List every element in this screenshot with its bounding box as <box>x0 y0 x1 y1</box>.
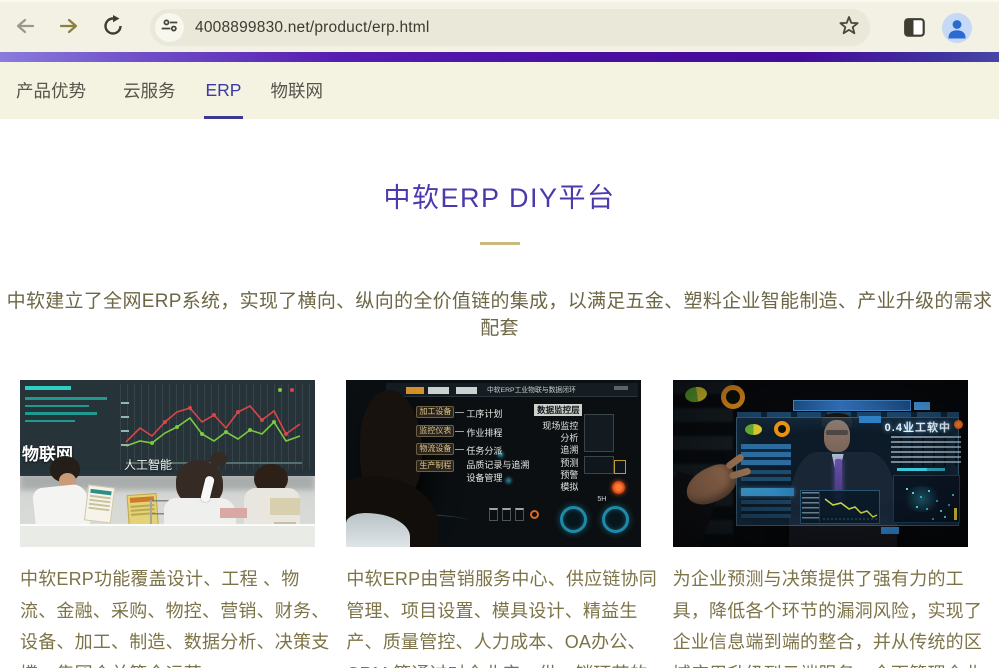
pink-folder <box>220 508 247 518</box>
device-button: 加工设备 <box>416 406 454 418</box>
site-info-button[interactable] <box>155 13 184 42</box>
orange-ring-indicator <box>530 510 539 519</box>
site-settings-icon <box>160 16 179 40</box>
process-item: 任务分派 <box>466 444 502 457</box>
info-panel <box>25 386 107 427</box>
forward-button[interactable] <box>58 16 80 39</box>
address-bar[interactable]: 4008899830.net/product/erp.html <box>150 9 870 46</box>
site-nav: 产品优势 云服务 ERP 物联网 <box>0 62 999 119</box>
card-caption: 中软ERP由营销服务中心、供应链协同管理、项目设置、模具设计、精益生产、质量管控… <box>346 564 658 668</box>
profile-avatar-button[interactable] <box>942 13 972 46</box>
process-item: 作业排程 <box>466 426 502 439</box>
shelf-boxes <box>270 498 300 515</box>
reload-button[interactable] <box>102 15 124 40</box>
office-desk <box>20 524 315 547</box>
product-cards: 物联网 人工智能 中软ERP功能覆盖设计、工程 、物流、金融、采购、物 <box>0 380 999 668</box>
mirrored-title-dot <box>954 420 963 429</box>
card-image-erp-screen: 中软ERP工业物联与数据闭环 加工设备 监控仪表 物流设备 生产制程 工序计划 … <box>346 380 641 547</box>
side-panel-icon <box>904 18 925 40</box>
gold-frame-box <box>614 460 626 474</box>
nav-item-iot[interactable]: 物联网 <box>268 62 325 119</box>
star-icon <box>838 15 860 40</box>
page-title: 中软ERP DIY平台 <box>0 119 999 215</box>
yellow-marker <box>954 508 957 520</box>
layer-item: 模拟 <box>532 480 578 493</box>
teal-gauge-ring <box>560 506 587 533</box>
process-item: 品质记录与追溯 <box>466 458 529 471</box>
process-item: 设备管理 <box>466 471 502 484</box>
data-layer-highlight: 数据监控层 <box>534 404 582 416</box>
side-panel-box <box>584 456 614 474</box>
mini-gauge <box>515 508 524 521</box>
back-arrow-icon <box>14 16 36 39</box>
data-table <box>741 444 791 466</box>
erp-page: 中软ERP DIY平台 中软建立了全网ERP系统，实现了横向、纵向的全价值链的集… <box>0 119 999 668</box>
trend-chart-panel <box>800 490 880 524</box>
text-grid-panel <box>891 436 961 466</box>
orange-ring-gauge <box>721 385 745 409</box>
browser-toolbar: 4008899830.net/product/erp.html <box>0 0 999 52</box>
badge-5h: 5H <box>597 496 606 503</box>
screen-title: 中软ERP工业物联与数据闭环 <box>487 385 576 394</box>
dashboard-ring-gauge <box>774 421 790 437</box>
browser-nav-buttons <box>14 2 124 52</box>
intro-text: 中软建立了全网ERP系统，实现了横向、纵向的全价值链的集成，以满足五金、塑料企业… <box>0 286 999 340</box>
ai-overlay-label: 人工智能 <box>124 456 172 473</box>
url-text[interactable]: 4008899830.net/product/erp.html <box>195 19 430 37</box>
forward-arrow-icon <box>58 16 80 39</box>
card-image-iot-office: 物联网 人工智能 <box>20 380 315 547</box>
mini-gauge <box>489 508 498 521</box>
connector-line <box>455 412 464 413</box>
connector-line <box>455 449 464 450</box>
reload-icon <box>102 15 124 40</box>
process-item: 工序计划 <box>466 407 502 420</box>
card-caption: 中软ERP功能覆盖设计、工程 、物流、金融、采购、物控、营销、财务、设备、加工、… <box>20 564 332 668</box>
side-panel-button[interactable] <box>904 18 925 40</box>
corner-readout <box>614 386 628 390</box>
bookmark-star-button[interactable] <box>838 15 860 40</box>
head-label-chip <box>859 416 881 423</box>
card-erp-chain: 中软ERP工业物联与数据闭环 加工设备 监控仪表 物流设备 生产制程 工序计划 … <box>346 380 658 668</box>
highlighted-row <box>741 488 794 496</box>
card-image-industry40: 0.4业工软中 <box>673 380 968 547</box>
back-button[interactable] <box>14 16 36 39</box>
dashboard-pie-chart <box>745 424 762 435</box>
bottom-blue-button <box>881 527 899 534</box>
dropdown-control <box>428 387 449 394</box>
document-sheet <box>84 484 115 523</box>
nav-item-erp[interactable]: ERP <box>204 62 244 119</box>
device-button: 物流设备 <box>416 443 454 455</box>
alert-indicator <box>612 481 625 494</box>
nav-item-cloud-services[interactable]: 云服务 <box>121 62 178 119</box>
dashboard-title-button <box>914 402 930 410</box>
card-erp-functions: 物联网 人工智能 中软ERP功能覆盖设计、工程 、物流、金融、采购、物 <box>20 380 332 668</box>
purple-accent-bar <box>0 52 999 62</box>
card-caption: 为企业预测与决策提供了强有力的工具，降低各个环节的漏洞风险，实现了企业信息端到端… <box>673 564 985 668</box>
data-table <box>741 500 791 518</box>
map-data-dots <box>906 488 908 490</box>
map-cluster-glow <box>902 486 942 512</box>
dashboard-title-bar <box>793 400 911 411</box>
profile-avatar-icon <box>942 13 972 46</box>
device-button: 监控仪表 <box>416 425 454 437</box>
dropdown-control <box>456 387 477 394</box>
cyan-label-row <box>897 468 927 471</box>
card-prediction-decision: 0.4业工软中 <box>673 380 985 668</box>
title-divider <box>480 242 520 245</box>
glow-dot <box>504 476 513 485</box>
mini-gauge <box>502 508 511 521</box>
layer-item: 追溯 <box>532 443 578 456</box>
nav-item-product-advantages[interactable]: 产品优势 <box>14 62 88 119</box>
side-panel-box <box>584 414 614 452</box>
map-panel <box>893 475 960 523</box>
mirrored-title-label: 0.4业工软中 <box>885 419 951 435</box>
connector-line <box>455 431 464 432</box>
device-button: 生产制程 <box>416 460 454 472</box>
teal-gauge-ring <box>602 506 629 533</box>
orange-toolbar-button <box>406 387 424 394</box>
